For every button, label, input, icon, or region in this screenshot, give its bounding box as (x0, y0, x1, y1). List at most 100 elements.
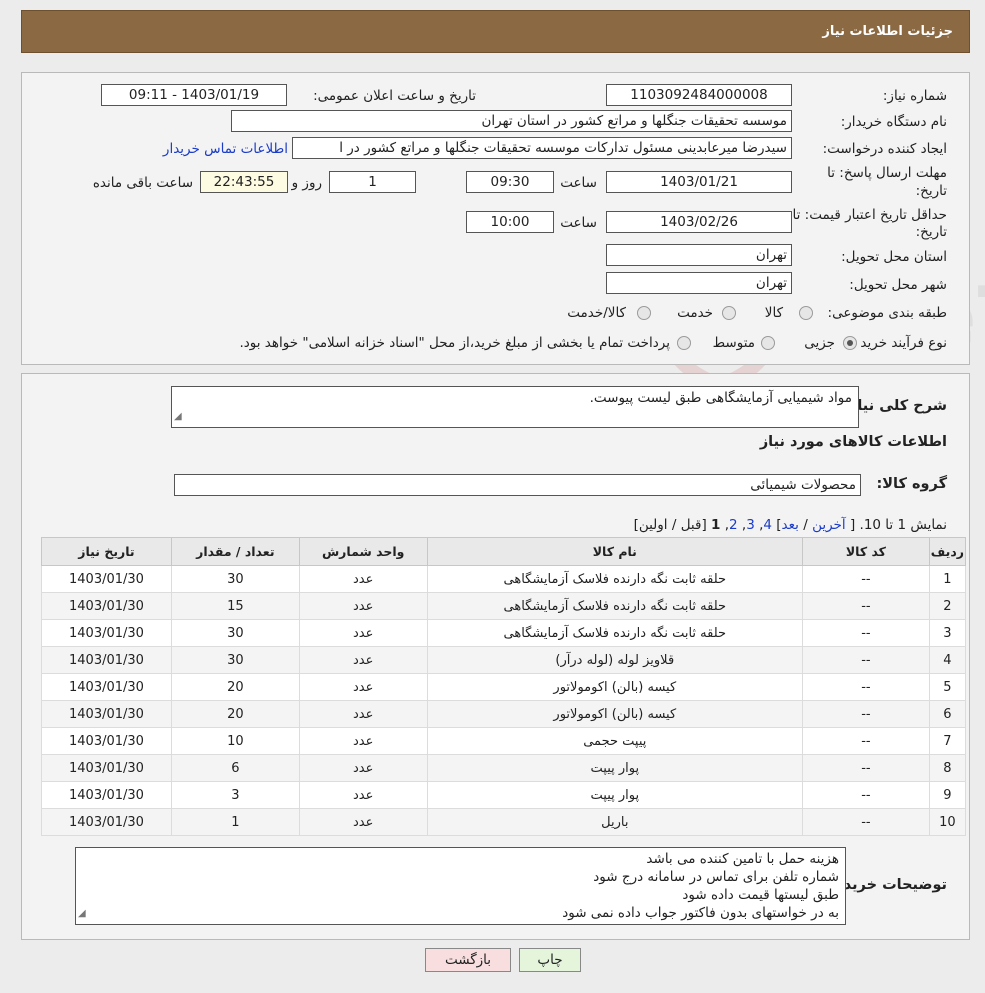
cell-unit: عدد (298, 673, 428, 701)
pagination-page-2[interactable]: 2 (729, 517, 738, 533)
cell-code: -- (802, 727, 930, 755)
deadline-time-field: 09:30 (466, 171, 554, 193)
days-label: روز و (291, 175, 322, 191)
page-header: جزئيات اطلاعات نياز (21, 10, 970, 53)
cell-name: پیپت حجمی (426, 727, 804, 755)
cell-name: حلقه ثابت نگه دارنده فلاسک آزمایشگاهی (426, 592, 804, 620)
pagination-current-page: 1 (711, 517, 721, 533)
cell-date: 1403/01/30 (41, 727, 172, 755)
cell-quantity: 3 (170, 781, 300, 809)
back-button[interactable]: بازگشت (425, 948, 511, 972)
cell-code: -- (802, 592, 930, 620)
cell-unit: عدد (298, 808, 428, 836)
cell-code: -- (802, 619, 930, 647)
cell-quantity: 30 (170, 565, 300, 593)
table-row: 6 -- کیسه (بالن) اکومولاتور عدد 20 1403/01/30 (41, 700, 967, 728)
goods-group-field: محصولات شیمیائی (174, 474, 861, 496)
cell-date: 1403/01/30 (41, 646, 172, 674)
validity-time-field: 10:00 (466, 211, 554, 233)
cell-date: 1403/01/30 (41, 700, 172, 728)
process-radio-minor[interactable] (843, 336, 857, 350)
pagination-separator: / (803, 517, 808, 533)
goods-section-title: اطلاعات کالاهای مورد نیاز (759, 434, 947, 450)
table-header-row: ردیف کد کالا نام کالا واحد شمارش تعداد /… (41, 537, 967, 566)
cell-code: -- (802, 754, 930, 782)
print-button[interactable]: چاپ (519, 948, 581, 972)
buyer-org-label: نام دستگاه خریدار: (840, 114, 947, 130)
pagination-page-4[interactable]: 4 (763, 517, 772, 533)
column-header-date: تاریخ نیاز (41, 537, 172, 566)
cell-date: 1403/01/30 (41, 808, 172, 836)
cell-unit: عدد (298, 619, 428, 647)
pagination: نمایش 1 تا 10. [ آخرین / بعد] 4, 3, 2, 1… (633, 517, 947, 533)
category-radio-service[interactable] (722, 306, 736, 320)
remaining-time-field: 22:43:55 (200, 171, 288, 193)
cell-code: -- (802, 646, 930, 674)
cell-row: 4 (928, 646, 967, 674)
cell-date: 1403/01/30 (41, 592, 172, 620)
deadline-label: مهلت ارسال پاسخ: تا (827, 165, 947, 181)
category-radio-goods-service[interactable] (637, 306, 651, 320)
cell-row: 6 (928, 700, 967, 728)
validity-date-field: 1403/02/26 (606, 211, 792, 233)
announce-label: تاریخ و ساعت اعلان عمومی: (313, 88, 476, 104)
category-label: طبقه بندی موضوعی: (827, 305, 947, 321)
pagination-last-link[interactable]: آخرین (812, 517, 846, 533)
cell-unit: عدد (298, 565, 428, 593)
province-field: تهران (606, 244, 792, 266)
pagination-page-3[interactable]: 3 (746, 517, 755, 533)
table-row: 1 -- حلقه ثابت نگه دارنده فلاسک آزمایشگاهی… (41, 565, 967, 593)
deadline-hour-label: ساعت (560, 175, 597, 191)
table-row: 7 -- پیپت حجمی عدد 10 1403/01/30 (41, 727, 967, 755)
cell-code: -- (802, 808, 930, 836)
table-row: 8 -- پوار پیپت عدد 6 1403/01/30 (41, 754, 967, 782)
treasury-checkbox[interactable] (677, 336, 691, 350)
cell-unit: عدد (298, 781, 428, 809)
cell-row: 9 (928, 781, 967, 809)
cell-unit: عدد (298, 592, 428, 620)
cell-quantity: 10 (170, 727, 300, 755)
cell-quantity: 15 (170, 592, 300, 620)
category-option-goods: کالا (764, 305, 783, 321)
validity-label-2: تاریخ: (915, 224, 947, 240)
process-radio-medium[interactable] (761, 336, 775, 350)
category-radio-goods[interactable] (799, 306, 813, 320)
pagination-summary: نمایش 1 تا 10. (859, 517, 947, 533)
table-row: 3 -- حلقه ثابت نگه دارنده فلاسک آزمایشگاهی… (41, 619, 967, 647)
requester-label: ایجاد کننده درخواست: (822, 141, 947, 157)
cell-row: 5 (928, 673, 967, 701)
cell-row: 2 (928, 592, 967, 620)
pagination-bracket: [ (849, 517, 856, 533)
cell-unit: عدد (298, 754, 428, 782)
pagination-next-link[interactable]: بعد (782, 517, 799, 533)
validity-label: حداقل تاریخ اعتبار قیمت: تا (792, 207, 947, 223)
cell-date: 1403/01/30 (41, 619, 172, 647)
process-label: نوع فرآیند خرید : (851, 335, 947, 351)
cell-row: 3 (928, 619, 967, 647)
cell-code: -- (802, 700, 930, 728)
cell-name: باریل (426, 808, 804, 836)
cell-code: -- (802, 781, 930, 809)
goods-panel: شرح کلی نیاز: مواد شیمیایی آزمایشگاهی طب… (21, 373, 970, 940)
process-option-minor: جزیی (804, 335, 835, 351)
cell-date: 1403/01/30 (41, 754, 172, 782)
goods-group-label: گروه کالا: (876, 476, 947, 492)
category-option-service: خدمت (677, 305, 713, 321)
days-field: 1 (329, 171, 416, 193)
column-header-unit: واحد شمارش (298, 537, 428, 566)
cell-name: پوار پیپت (426, 754, 804, 782)
column-header-quantity: تعداد / مقدار (170, 537, 300, 566)
cell-unit: عدد (298, 700, 428, 728)
cell-name: پوار پیپت (426, 781, 804, 809)
need-info-panel: شماره نیاز: 1103092484000008 تاریخ و ساع… (21, 72, 970, 365)
buyer-org-field: موسسه تحقیقات جنگلها و مراتع کشور در است… (231, 110, 792, 132)
cell-quantity: 20 (170, 673, 300, 701)
province-label: استان محل تحویل: (841, 249, 947, 265)
cell-row: 10 (928, 808, 967, 836)
table-row: 5 -- کیسه (بالن) اکومولاتور عدد 20 1403/01/30 (41, 673, 967, 701)
cell-quantity: 6 (170, 754, 300, 782)
buyer-contact-link[interactable]: اطلاعات تماس خریدار (163, 141, 288, 157)
need-number-field: 1103092484000008 (606, 84, 792, 106)
category-option-goods-service: کالا/خدمت (567, 305, 626, 321)
cell-row: 7 (928, 727, 967, 755)
